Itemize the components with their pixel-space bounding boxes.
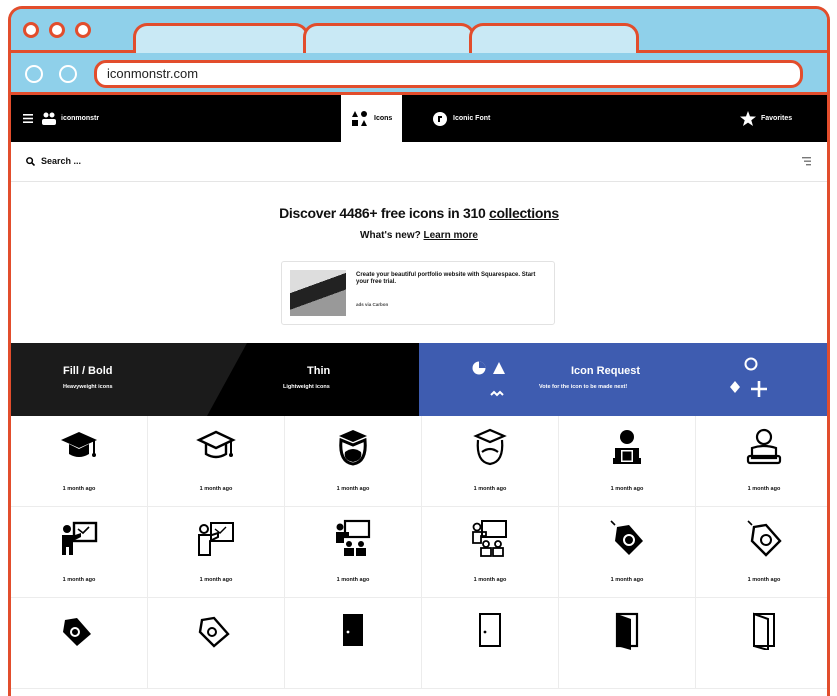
carbon-ad[interactable]: Create your beautiful portfolio website …	[281, 261, 555, 325]
door-open-outline-icon	[753, 612, 775, 650]
thin-subtitle: Lightweight icons	[283, 384, 330, 390]
window-close-button[interactable]	[23, 22, 39, 38]
price-tag-filled-icon	[610, 520, 643, 555]
door-open-filled-icon	[615, 612, 639, 650]
icon-tile[interactable]: 1 month ago	[148, 507, 285, 598]
icon-request-subtitle: Vote for the icon to be made next!	[539, 384, 628, 390]
browser-tab-1[interactable]	[133, 23, 309, 53]
icon-tile[interactable]: 1 month ago	[11, 507, 148, 598]
forward-button[interactable]	[59, 65, 77, 83]
whats-new-line: What's new? Learn more	[11, 230, 827, 241]
hero-headline: Discover 4486+ free icons in 310 collect…	[11, 205, 827, 221]
filter-icon[interactable]	[802, 157, 811, 166]
address-bar-row: iconmonstr.com	[11, 53, 827, 95]
icon-tile[interactable]: 1 month ago	[422, 416, 559, 507]
tab-iconic-font-label: Iconic Font	[453, 115, 491, 122]
ad-text: Create your beautiful portfolio website …	[356, 272, 536, 285]
title-bar	[11, 9, 827, 53]
url-field[interactable]: iconmonstr.com	[94, 60, 803, 88]
icon-tile[interactable]: 1 month ago	[422, 507, 559, 598]
student-outline-icon	[473, 428, 507, 466]
shapes-icon	[472, 361, 505, 397]
icon-tile[interactable]	[285, 598, 422, 689]
thin-title: Thin	[307, 365, 331, 377]
icon-tile[interactable]: 1 month ago	[285, 416, 422, 507]
icon-age-label: 1 month ago	[199, 577, 233, 583]
logo[interactable]: iconmonstr	[41, 95, 99, 142]
whats-new-text: What's new?	[360, 230, 424, 241]
student-filled-icon	[339, 430, 367, 466]
star-icon	[740, 111, 756, 126]
icon-age-label: 1 month ago	[747, 577, 781, 583]
favorites-link[interactable]: Favorites	[740, 95, 792, 142]
classroom-filled-icon	[336, 519, 371, 556]
collections-link[interactable]: collections	[489, 205, 559, 221]
price-tags-outline-icon	[198, 616, 230, 648]
icon-tile[interactable]	[422, 598, 559, 689]
iconic-font-icon	[433, 111, 447, 126]
window-maximize-button[interactable]	[75, 22, 91, 38]
menu-icon[interactable]	[23, 95, 33, 142]
icon-tile[interactable]	[148, 598, 285, 689]
top-navigation: iconmonstr Icons Iconic Font Favorites	[11, 95, 827, 142]
search-bar[interactable]: Search ...	[11, 142, 827, 182]
icon-tile[interactable]: 1 month ago	[559, 416, 696, 507]
icon-age-label: 1 month ago	[610, 577, 644, 583]
iconmonstr-logo-icon	[42, 112, 56, 125]
price-tag-outline-icon	[747, 520, 782, 557]
icon-tile[interactable]	[559, 598, 696, 689]
tab-icons[interactable]: Icons	[341, 95, 403, 142]
icon-tile[interactable]: 1 month ago	[285, 507, 422, 598]
brand-name: iconmonstr	[61, 115, 100, 122]
teacher-board-outline-icon	[198, 522, 234, 556]
icon-age-label: 1 month ago	[336, 577, 370, 583]
hero-headline-text: Discover 4486+ free icons in 310	[279, 205, 490, 221]
ad-image	[290, 270, 346, 316]
icon-age-label: 1 month ago	[199, 486, 233, 492]
ad-attribution[interactable]: ads via Carbon	[356, 302, 388, 307]
graduation-cap-filled-icon	[61, 432, 97, 457]
price-tags-filled-icon	[63, 618, 91, 646]
search-icon	[26, 157, 35, 166]
icon-tile[interactable]: 1 month ago	[148, 416, 285, 507]
classroom-outline-icon	[472, 520, 507, 557]
icon-age-label: 1 month ago	[747, 486, 781, 492]
reader-filled-icon	[613, 430, 641, 464]
browser-tab-2[interactable]	[303, 23, 475, 53]
reader-outline-icon	[746, 428, 782, 465]
icon-tile[interactable]: 1 month ago	[696, 416, 827, 507]
page-viewport: iconmonstr Icons Iconic Font Favorites S…	[11, 95, 827, 696]
tab-iconic-font[interactable]: Iconic Font	[433, 95, 490, 142]
icon-request-title: Icon Request	[571, 365, 641, 377]
favorites-label: Favorites	[761, 115, 793, 122]
icon-tile[interactable]	[11, 598, 148, 689]
request-shapes-icon	[730, 357, 767, 397]
door-closed-filled-icon	[343, 614, 363, 646]
teacher-board-filled-icon	[62, 521, 98, 555]
browser-tab-3[interactable]	[469, 23, 639, 53]
tab-icons-label: Icons	[374, 115, 393, 122]
door-closed-outline-icon	[479, 613, 501, 647]
icon-age-label: 1 month ago	[473, 486, 507, 492]
window-minimize-button[interactable]	[49, 22, 65, 38]
search-placeholder: Search ...	[41, 156, 82, 166]
icon-tile[interactable]: 1 month ago	[696, 507, 827, 598]
browser-window: iconmonstr.com iconmonstr Icons Iconic F…	[8, 6, 830, 696]
icon-age-label: 1 month ago	[62, 486, 96, 492]
icon-age-label: 1 month ago	[336, 486, 370, 492]
graduation-cap-outline-icon	[196, 430, 236, 459]
icon-tile[interactable]: 1 month ago	[559, 507, 696, 598]
icons-grid-icon	[352, 110, 367, 126]
icon-age-label: 1 month ago	[610, 486, 644, 492]
icon-age-label: 1 month ago	[62, 577, 96, 583]
fill-bold-subtitle: Heavyweight icons	[63, 384, 113, 390]
icon-tile[interactable]	[696, 598, 827, 689]
icon-request-banner[interactable]: Icon Request Vote for the icon to be mad…	[419, 343, 827, 416]
learn-more-link[interactable]: Learn more	[424, 230, 478, 241]
fill-bold-title: Fill / Bold	[63, 365, 113, 377]
back-button[interactable]	[25, 65, 43, 83]
icon-tile[interactable]: 1 month ago	[11, 416, 148, 507]
collection-banners: Fill / Bold Heavyweight icons Thin Light…	[11, 343, 827, 416]
icon-age-label: 1 month ago	[473, 577, 507, 583]
